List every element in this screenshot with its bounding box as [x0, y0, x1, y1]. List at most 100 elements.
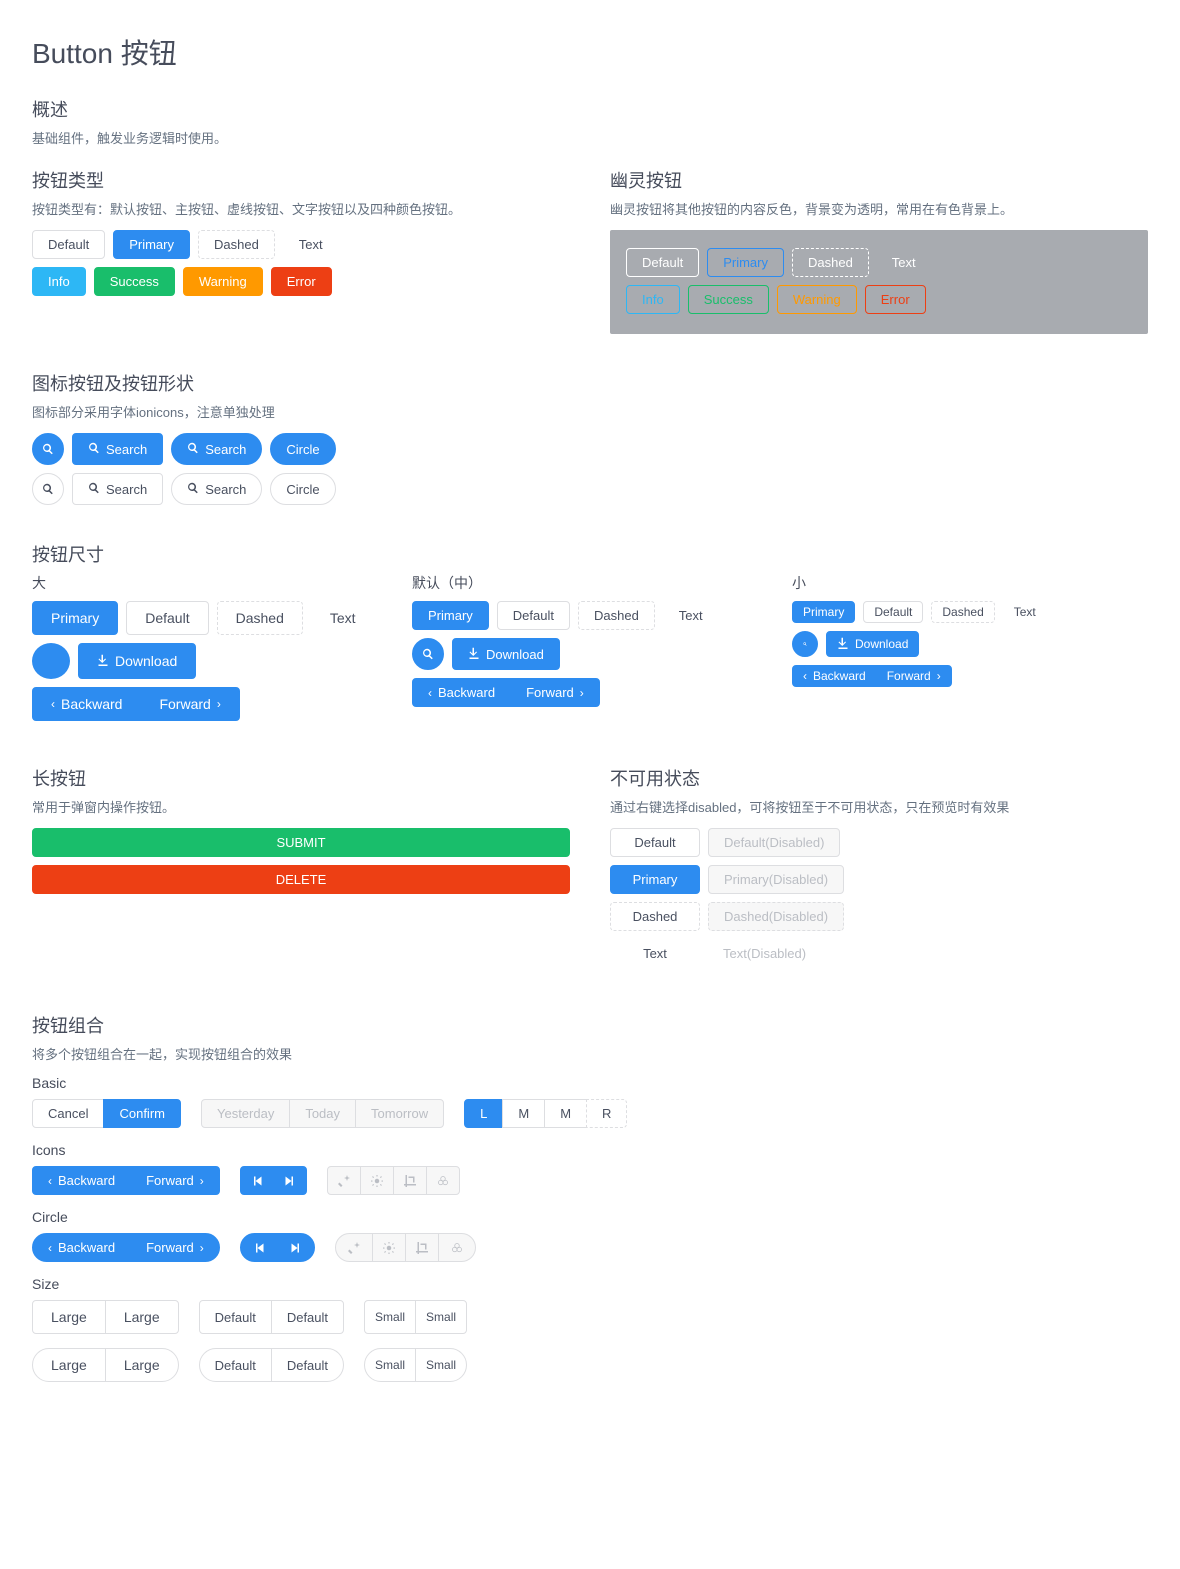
nav-group-default: ‹Backward Forward›: [412, 678, 600, 707]
skip-forward-icon: [284, 1175, 296, 1187]
search-button[interactable]: Search: [72, 433, 163, 465]
circle-button-default[interactable]: Circle: [270, 473, 335, 505]
text-button[interactable]: Text: [283, 230, 339, 259]
small-button[interactable]: Small: [364, 1300, 416, 1334]
forward-button[interactable]: Forward›: [510, 678, 600, 707]
search-circle-button[interactable]: Search: [171, 433, 262, 465]
l-button[interactable]: L: [464, 1099, 503, 1128]
tomorrow-button: Tomorrow: [355, 1099, 444, 1128]
cancel-button[interactable]: Cancel: [32, 1099, 104, 1128]
primary-large-button[interactable]: Primary: [32, 601, 118, 635]
search-icon: [42, 443, 54, 455]
ghost-primary-button[interactable]: Primary: [707, 248, 784, 277]
submit-button[interactable]: SUBMIT: [32, 828, 570, 857]
primary-small-button[interactable]: Primary: [792, 601, 855, 623]
default-button[interactable]: Default: [271, 1348, 344, 1382]
small-button[interactable]: Small: [415, 1348, 467, 1382]
primary-default-button[interactable]: Primary: [412, 601, 489, 630]
default-button[interactable]: Default: [610, 828, 700, 857]
backward-label: Backward: [58, 1173, 115, 1188]
backward-button[interactable]: ‹Backward: [32, 1233, 131, 1262]
ghost-error-button[interactable]: Error: [865, 285, 926, 314]
r-button[interactable]: R: [586, 1099, 627, 1128]
forward-button[interactable]: Forward›: [876, 665, 952, 687]
search-button-default[interactable]: Search: [72, 473, 163, 505]
large-button[interactable]: Large: [105, 1300, 179, 1334]
warning-button[interactable]: Warning: [183, 267, 263, 296]
crop-icon: [416, 1242, 428, 1254]
skip-back-button[interactable]: [240, 1233, 278, 1262]
download-large-button[interactable]: Download: [78, 643, 196, 679]
ghost-warning-button[interactable]: Warning: [777, 285, 857, 314]
chevron-right-icon: ›: [200, 1241, 204, 1255]
chevron-left-icon: ‹: [428, 686, 432, 700]
default-default-button[interactable]: Default: [497, 601, 570, 630]
backward-button[interactable]: ‹Backward: [32, 687, 141, 721]
small-button[interactable]: Small: [364, 1348, 416, 1382]
skip-back-button[interactable]: [240, 1166, 274, 1195]
success-button[interactable]: Success: [94, 267, 175, 296]
error-button[interactable]: Error: [271, 267, 332, 296]
large-button[interactable]: Large: [105, 1348, 179, 1382]
crop-button: [393, 1166, 427, 1195]
info-button[interactable]: Info: [32, 267, 86, 296]
forward-button[interactable]: Forward›: [130, 1166, 220, 1195]
dashed-default-button[interactable]: Dashed: [578, 601, 655, 630]
download-small-button[interactable]: Download: [826, 631, 919, 657]
dashed-large-button[interactable]: Dashed: [217, 601, 303, 635]
large-button[interactable]: Large: [32, 1300, 106, 1334]
circle-button[interactable]: Circle: [270, 433, 335, 465]
default-large-button[interactable]: Default: [126, 601, 208, 635]
skip-back-icon: [251, 1175, 263, 1187]
search-icon-default-button[interactable]: [412, 638, 444, 670]
ghost-default-button[interactable]: Default: [626, 248, 699, 277]
skip-forward-button[interactable]: [273, 1166, 307, 1195]
search-icon-large-button[interactable]: [32, 643, 70, 679]
forward-button[interactable]: Forward›: [140, 687, 239, 721]
crop-icon: [404, 1175, 416, 1187]
text-default-button[interactable]: Text: [663, 601, 719, 630]
download-label: Download: [855, 637, 908, 651]
small-button[interactable]: Small: [415, 1300, 467, 1334]
search-icon-small-button[interactable]: [792, 631, 818, 657]
chevron-left-icon: ‹: [803, 669, 807, 683]
backward-button[interactable]: ‹Backward: [412, 678, 511, 707]
text-button[interactable]: Text: [610, 939, 700, 968]
ghost-success-button[interactable]: Success: [688, 285, 769, 314]
chevron-right-icon: ›: [217, 697, 221, 711]
delete-button[interactable]: DELETE: [32, 865, 570, 894]
m-button[interactable]: M: [502, 1099, 545, 1128]
default-button[interactable]: Default: [271, 1300, 344, 1334]
ghost-text-button[interactable]: Text: [877, 248, 931, 277]
groups-basic-label: Basic: [32, 1075, 1148, 1091]
default-button[interactable]: Default: [32, 230, 105, 259]
search-icon-button-default[interactable]: [32, 473, 64, 505]
large-button[interactable]: Large: [32, 1348, 106, 1382]
ghost-dashed-button[interactable]: Dashed: [792, 248, 869, 277]
confirm-button[interactable]: Confirm: [103, 1099, 181, 1128]
dashed-small-button[interactable]: Dashed: [931, 601, 994, 623]
m2-button[interactable]: M: [544, 1099, 587, 1128]
disabled-heading: 不可用状态: [610, 765, 1148, 791]
download-icon: [468, 647, 480, 662]
skip-forward-button[interactable]: [277, 1233, 315, 1262]
search-icon-button[interactable]: [32, 433, 64, 465]
backward-button[interactable]: ‹Backward: [792, 665, 877, 687]
ghost-info-button[interactable]: Info: [626, 285, 680, 314]
default-small-button[interactable]: Default: [863, 601, 923, 623]
search-label: Search: [106, 482, 147, 497]
skip-back-icon: [253, 1242, 265, 1254]
forward-label: Forward: [146, 1240, 194, 1255]
backward-button[interactable]: ‹Backward: [32, 1166, 131, 1195]
forward-button[interactable]: Forward ›: [130, 1233, 220, 1262]
default-button[interactable]: Default: [199, 1348, 272, 1382]
dashed-button[interactable]: Dashed: [610, 902, 700, 931]
primary-button[interactable]: Primary: [610, 865, 700, 894]
text-small-button[interactable]: Text: [1003, 601, 1047, 623]
dashed-button[interactable]: Dashed: [198, 230, 275, 259]
download-default-button[interactable]: Download: [452, 638, 560, 670]
search-circle-button-default[interactable]: Search: [171, 473, 262, 505]
primary-button[interactable]: Primary: [113, 230, 190, 259]
default-button[interactable]: Default: [199, 1300, 272, 1334]
text-large-button[interactable]: Text: [311, 601, 375, 635]
